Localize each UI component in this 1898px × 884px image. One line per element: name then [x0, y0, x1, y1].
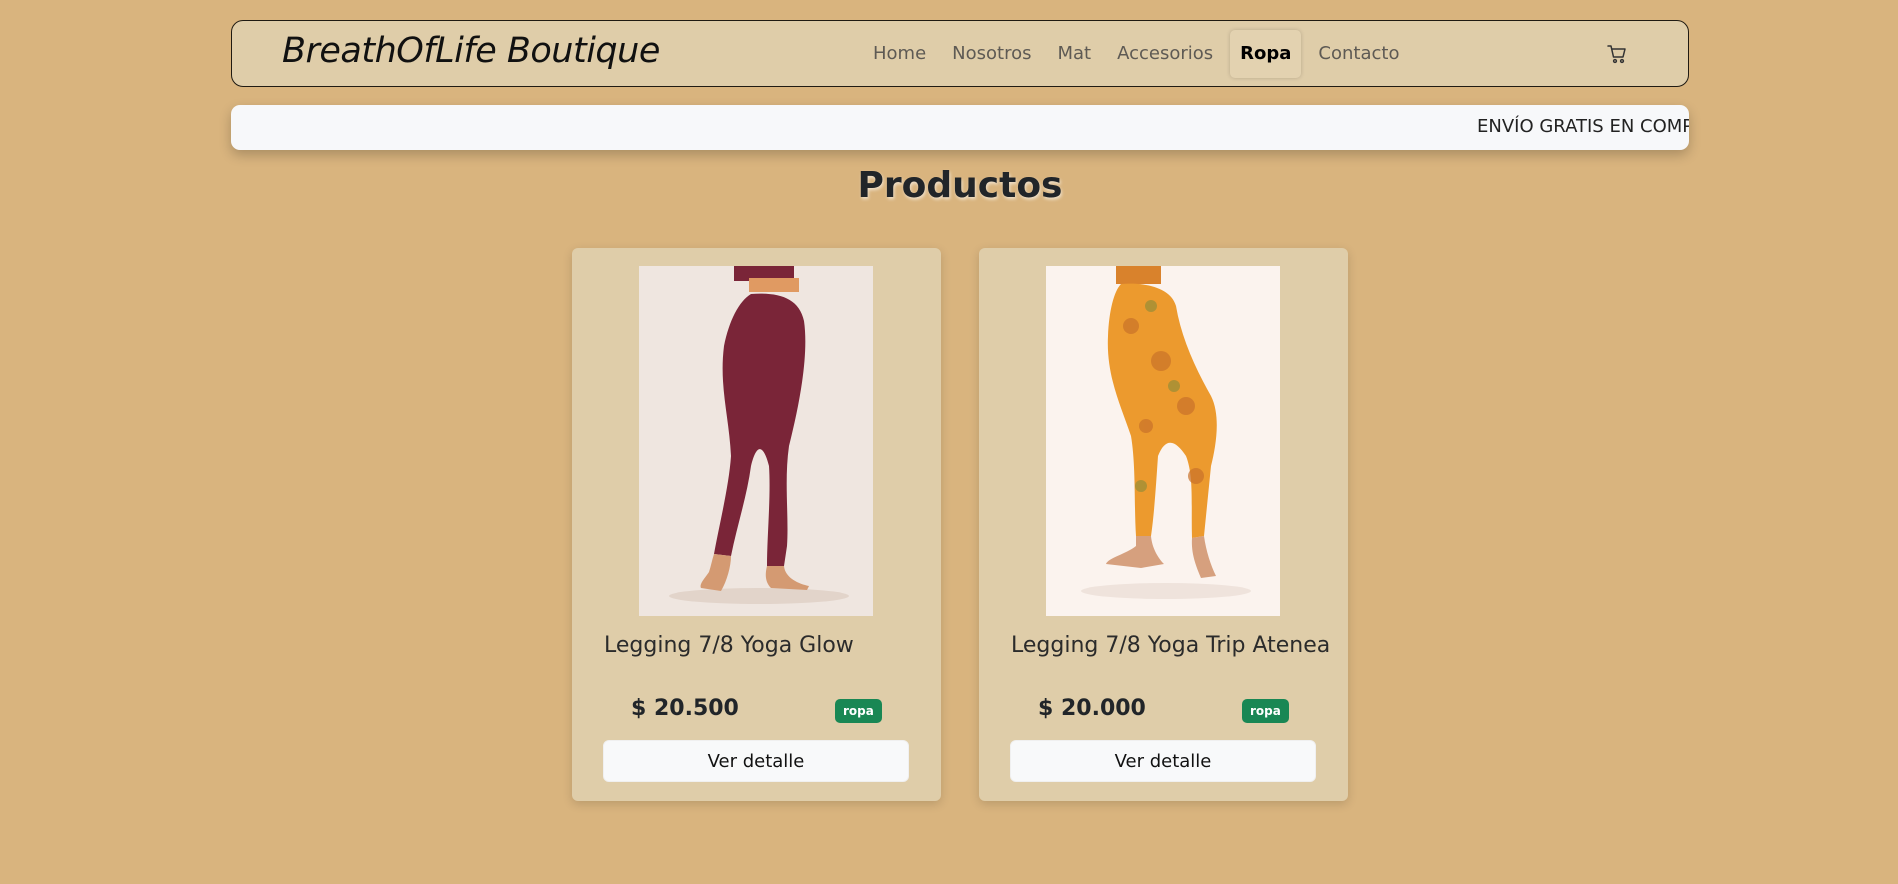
product-price: $ 20.500 [631, 696, 739, 721]
category-badge: ropa [1242, 699, 1289, 723]
nav-link-accesorios[interactable]: Accesorios [1104, 30, 1226, 78]
nav-links: Home Nosotros Mat Accesorios Ropa Contac… [860, 30, 1412, 78]
product-card: Legging 7/8 Yoga Glow $ 20.500 ropa Ver … [572, 248, 941, 801]
product-price: $ 20.000 [1038, 696, 1146, 721]
product-image[interactable] [1046, 266, 1280, 616]
nav-link-mat[interactable]: Mat [1044, 30, 1104, 78]
nav-link-nosotros[interactable]: Nosotros [939, 30, 1044, 78]
brand-logo[interactable]: BreathOfLife Boutique [282, 31, 660, 71]
promo-banner: ENVÍO GRATIS EN COMPRA [231, 105, 1689, 150]
promo-text: ENVÍO GRATIS EN COMPRA [1477, 116, 1689, 137]
page-title: Productos [857, 165, 1063, 206]
nav-link-ropa[interactable]: Ropa [1230, 30, 1302, 78]
product-name: Legging 7/8 Yoga Trip Atenea [1011, 633, 1331, 658]
product-name: Legging 7/8 Yoga Glow [604, 633, 854, 658]
product-card: Legging 7/8 Yoga Trip Atenea $ 20.000 ro… [979, 248, 1348, 801]
view-detail-button[interactable]: Ver detalle [1010, 740, 1316, 782]
view-detail-button[interactable]: Ver detalle [603, 740, 909, 782]
cart-icon[interactable] [1606, 43, 1628, 65]
navbar: BreathOfLife Boutique Home Nosotros Mat … [231, 20, 1689, 87]
nav-link-home[interactable]: Home [860, 30, 939, 78]
nav-link-contacto[interactable]: Contacto [1305, 30, 1412, 78]
category-badge: ropa [835, 699, 882, 723]
product-image[interactable] [639, 266, 873, 616]
